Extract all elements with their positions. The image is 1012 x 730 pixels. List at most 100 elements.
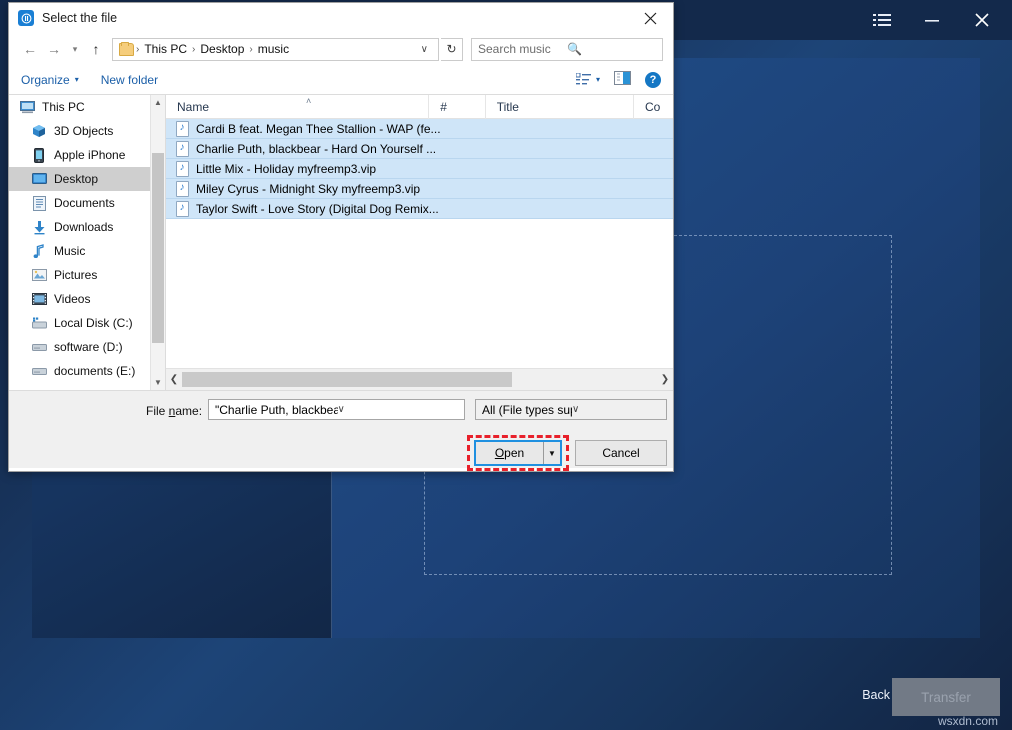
refresh-icon[interactable]: ↻ xyxy=(441,38,463,61)
arrow-up-icon[interactable]: ↑ xyxy=(85,38,107,60)
table-row[interactable]: Charlie Puth, blackbear - Hard On Yourse… xyxy=(166,139,673,159)
scrollbar-thumb[interactable] xyxy=(182,372,512,387)
sidebar-item-label: Pictures xyxy=(54,268,97,282)
help-glyph: ? xyxy=(650,74,657,86)
drive-icon xyxy=(31,339,47,355)
column-header-contributing-artists[interactable]: Co xyxy=(634,95,673,119)
file-rows: Cardi B feat. Megan Thee Stallion - WAP … xyxy=(166,119,673,368)
column-header-title[interactable]: Title xyxy=(486,95,634,119)
new-folder-button[interactable]: New folder xyxy=(101,73,158,87)
organize-button[interactable]: Organize ▾ xyxy=(21,73,79,87)
close-icon[interactable] xyxy=(960,3,1004,37)
sidebar-item-label: Music xyxy=(54,244,85,258)
navigation-bar: ← → ▾ ↑ › This PC › Desktop › music ∨ ↻ … xyxy=(9,33,673,65)
sidebar-scrollbar[interactable]: ▲ ▼ xyxy=(150,95,165,390)
dialog-titlebar: Select the file xyxy=(9,3,673,33)
chevron-down-icon[interactable]: ∨ xyxy=(415,44,434,55)
app-icon xyxy=(18,10,34,26)
chevron-right-icon[interactable]: ❯ xyxy=(657,374,673,385)
view-options-button[interactable]: ▾ xyxy=(576,73,600,86)
new-folder-label: New folder xyxy=(101,73,158,87)
sort-ascending-icon: ˄ xyxy=(306,96,311,106)
command-bar: Organize ▾ New folder ▾ xyxy=(9,65,673,95)
sidebar-item-downloads[interactable]: Downloads xyxy=(9,215,165,239)
breadcrumb[interactable]: › This PC › Desktop › music ∨ xyxy=(112,38,439,61)
sidebar-item-pictures[interactable]: Pictures xyxy=(9,263,165,287)
background-window-controls xyxy=(860,0,1004,40)
sidebar-item-label: Videos xyxy=(54,292,90,306)
column-header-name[interactable]: Name ˄ xyxy=(166,95,429,119)
horizontal-scrollbar[interactable]: ❮ ❯ xyxy=(166,368,673,390)
sidebar-item-label: software (D:) xyxy=(54,340,123,354)
column-label: Title xyxy=(497,100,519,114)
pictures-icon xyxy=(31,267,47,283)
documents-icon xyxy=(31,195,47,211)
file-name-value: "Charlie Puth, blackbear - Hard On Yours… xyxy=(215,403,338,417)
breadcrumb-item-this-pc[interactable]: This PC xyxy=(139,42,192,56)
sidebar-item-documents[interactable]: Documents xyxy=(9,191,165,215)
background-footer: Back Transfer wsxdn.com xyxy=(0,638,1012,730)
music-file-icon xyxy=(176,161,189,177)
close-icon[interactable] xyxy=(627,3,673,33)
table-row[interactable]: Little Mix - Holiday myfreemp3.vip xyxy=(166,159,673,179)
file-name-input[interactable]: "Charlie Puth, blackbear - Hard On Yours… xyxy=(208,399,465,420)
file-name: Charlie Puth, blackbear - Hard On Yourse… xyxy=(196,142,436,156)
sidebar-item-videos[interactable]: Videos xyxy=(9,287,165,311)
arrow-right-icon[interactable]: → xyxy=(43,38,65,60)
3d-objects-icon xyxy=(31,123,47,139)
music-file-icon xyxy=(176,121,189,137)
open-button[interactable]: Open ▼ xyxy=(474,440,562,466)
sidebar-item-label: Local Disk (C:) xyxy=(54,316,133,330)
chevron-up-icon[interactable]: ▲ xyxy=(151,95,165,110)
file-name: Taylor Swift - Love Story (Digital Dog R… xyxy=(196,202,439,216)
file-name-label: File name: xyxy=(146,404,202,418)
table-row[interactable]: Cardi B feat. Megan Thee Stallion - WAP … xyxy=(166,119,673,139)
search-placeholder: Search music xyxy=(478,42,567,56)
sidebar-item-this-pc[interactable]: This PC xyxy=(9,95,165,119)
back-button[interactable]: Back xyxy=(862,688,890,702)
desktop-icon xyxy=(31,171,47,187)
sidebar-item-3d-objects[interactable]: 3D Objects xyxy=(9,119,165,143)
open-dropdown-caret-icon[interactable]: ▼ xyxy=(543,442,560,464)
file-open-dialog: Select the file ← → ▾ ↑ › This PC › Desk… xyxy=(8,2,674,472)
file-name-label-post: ame: xyxy=(175,404,202,418)
sidebar-item-software-d[interactable]: software (D:) xyxy=(9,335,165,359)
preview-pane-button[interactable] xyxy=(614,71,631,88)
cancel-button[interactable]: Cancel xyxy=(575,440,667,466)
sidebar-item-apple-iphone[interactable]: Apple iPhone xyxy=(9,143,165,167)
sidebar-item-label: Apple iPhone xyxy=(54,148,125,162)
table-row[interactable]: Taylor Swift - Love Story (Digital Dog R… xyxy=(166,199,673,219)
column-header-track-number[interactable]: # xyxy=(429,95,485,119)
sidebar-item-local-disk-c[interactable]: Local Disk (C:) xyxy=(9,311,165,335)
recent-locations-chevron-down-icon[interactable]: ▾ xyxy=(67,38,83,60)
drive-icon xyxy=(31,363,47,379)
minimize-icon[interactable] xyxy=(910,3,954,37)
navigation-tree: This PC 3D Objects xyxy=(9,95,166,390)
file-type-value: All (File types supported by the xyxy=(482,403,572,417)
column-label: Co xyxy=(645,100,660,114)
breadcrumb-item-music[interactable]: music xyxy=(253,42,294,56)
table-row[interactable]: Miley Cyrus - Midnight Sky myfreemp3.vip xyxy=(166,179,673,199)
videos-icon xyxy=(31,291,47,307)
chevron-down-icon[interactable]: ▼ xyxy=(151,375,165,390)
help-icon[interactable]: ? xyxy=(645,72,661,88)
sidebar-item-label: This PC xyxy=(42,100,85,114)
arrow-left-icon[interactable]: ← xyxy=(19,38,41,60)
sidebar-item-desktop[interactable]: Desktop xyxy=(9,167,165,191)
open-button-accesskey: O xyxy=(495,446,504,460)
watermark: wsxdn.com xyxy=(938,714,998,728)
open-button-label: Open xyxy=(476,446,543,460)
sidebar-item-label: Desktop xyxy=(54,172,98,186)
chevron-down-icon[interactable]: ∨ xyxy=(338,404,461,415)
file-type-select[interactable]: All (File types supported by the ∨ xyxy=(475,399,667,420)
search-input[interactable]: Search music 🔍 xyxy=(471,38,663,61)
scrollbar-track[interactable] xyxy=(182,369,657,391)
scrollbar-thumb[interactable] xyxy=(152,153,164,343)
breadcrumb-item-desktop[interactable]: Desktop xyxy=(195,42,249,56)
sidebar-item-music[interactable]: Music xyxy=(9,239,165,263)
chevron-left-icon[interactable]: ❮ xyxy=(166,374,182,385)
sidebar-item-documents-e[interactable]: documents (E:) xyxy=(9,359,165,383)
menu-list-icon[interactable] xyxy=(860,3,904,37)
transfer-button[interactable]: Transfer xyxy=(892,678,1000,716)
chevron-down-icon[interactable]: ∨ xyxy=(572,404,662,415)
